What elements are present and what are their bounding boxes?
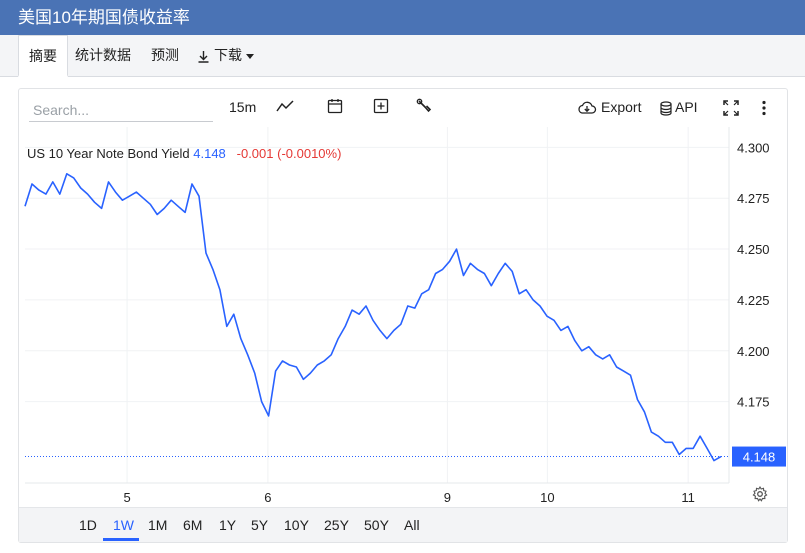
x-tick-label: 11 — [681, 490, 695, 505]
y-tick-label: 4.200 — [737, 344, 770, 359]
page-title: 美国10年期国债收益率 — [0, 0, 805, 35]
range-6m[interactable]: 6M — [183, 508, 202, 542]
x-tick-label: 5 — [123, 490, 130, 505]
export-label: Export — [601, 99, 642, 115]
download-icon — [198, 50, 209, 63]
series-line — [24, 173, 722, 462]
export-button[interactable]: Export — [577, 95, 641, 119]
interval-button[interactable]: 15m — [229, 95, 256, 119]
x-tick-label: 9 — [444, 490, 451, 505]
chart-toolbar: 15m Export API — [19, 89, 787, 127]
range-selector: 1D 1W 1M 6M 1Y 5Y 10Y 25Y 50Y All — [19, 507, 787, 542]
api-button[interactable]: API — [660, 95, 698, 119]
more-options-icon[interactable] — [761, 100, 767, 124]
last-price-label: 4.148 — [743, 450, 776, 465]
range-1w[interactable]: 1W — [113, 508, 134, 542]
y-tick-label: 4.175 — [737, 395, 770, 410]
x-tick-label: 6 — [264, 490, 271, 505]
range-25y[interactable]: 25Y — [324, 508, 349, 542]
tab-download-label: 下载 — [214, 47, 242, 63]
cloud-download-icon — [578, 101, 597, 114]
legend-symbol: US 10 Year Note Bond Yield — [27, 146, 190, 161]
chevron-down-icon — [246, 53, 254, 59]
active-range-indicator — [103, 538, 139, 541]
y-tick-label: 4.250 — [737, 242, 770, 257]
tab-download[interactable]: 下载 — [187, 35, 264, 77]
add-indicator-icon[interactable] — [373, 98, 389, 122]
range-5y[interactable]: 5Y — [251, 508, 268, 542]
x-tick-label: 10 — [540, 490, 554, 505]
range-10y[interactable]: 10Y — [284, 508, 309, 542]
y-tick-label: 4.275 — [737, 191, 770, 206]
tab-summary[interactable]: 摘要 — [18, 35, 68, 77]
tab-forecast-label: 预测 — [151, 47, 179, 63]
chart-type-line-icon[interactable] — [276, 99, 294, 123]
chart-plot[interactable]: 4.300 4.275 4.250 4.225 4.200 4.175 5 6 9 10 11 4.1… — [19, 127, 787, 507]
search-input[interactable] — [29, 99, 213, 122]
calendar-icon[interactable] — [327, 98, 343, 122]
tab-forecast[interactable]: 预测 — [141, 35, 189, 77]
range-all[interactable]: All — [404, 508, 420, 542]
chart-settings-gear-icon[interactable] — [752, 485, 768, 507]
range-50y[interactable]: 50Y — [364, 508, 389, 542]
range-1m[interactable]: 1M — [148, 508, 167, 542]
tab-statistics[interactable]: 统计数据 — [65, 35, 141, 77]
chart-widget: 15m Export API 4.300 4.275 4.250 4.225 4.200… — [18, 88, 788, 543]
wrench-icon[interactable] — [416, 98, 432, 122]
range-1y[interactable]: 1Y — [219, 508, 236, 542]
legend-price: 4.148 — [193, 146, 226, 161]
legend-change: -0.001 (-0.0010%) — [236, 146, 342, 161]
tab-bar: 摘要 统计数据 预测 下载 — [0, 35, 805, 77]
tab-statistics-label: 统计数据 — [75, 47, 131, 63]
database-icon — [660, 101, 672, 116]
fullscreen-icon[interactable] — [723, 100, 739, 124]
y-tick-label: 4.300 — [737, 140, 770, 155]
api-label: API — [675, 99, 698, 115]
y-tick-label: 4.225 — [737, 293, 770, 308]
tab-summary-label: 摘要 — [29, 48, 57, 64]
chart-legend: US 10 Year Note Bond Yield 4.148 -0.001 … — [27, 146, 341, 161]
range-1d[interactable]: 1D — [79, 508, 97, 542]
